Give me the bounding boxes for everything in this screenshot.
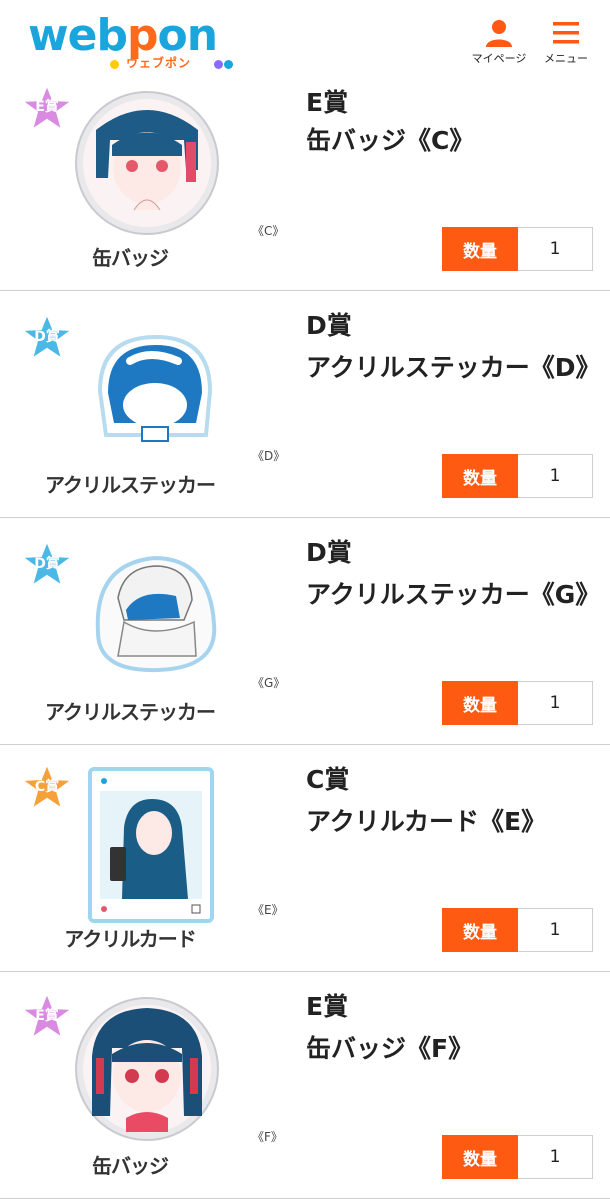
quantity-control: 数量: [442, 454, 593, 498]
quantity-control: 数量: [442, 1135, 593, 1179]
prize-rank: C賞: [306, 765, 350, 794]
hamburger-icon: [553, 22, 579, 44]
product-thumbnail[interactable]: E賞 缶バッジ 《C》: [20, 82, 284, 290]
prize-rank: D賞: [306, 311, 352, 340]
variant-mark: 《D》: [252, 449, 286, 463]
quantity-input[interactable]: [518, 227, 593, 271]
item-title: 缶バッジ《F》: [306, 1034, 474, 1063]
prize-badge-label: C賞: [34, 779, 60, 795]
product-thumbnail[interactable]: D賞 アクリルステッカー 《G》: [20, 518, 285, 744]
quantity-button[interactable]: 数量: [442, 227, 518, 271]
quantity-control: 数量: [442, 227, 593, 271]
prize-item: E賞 缶バッジ 《F》 E賞 缶バッジ《F》 数量: [0, 972, 610, 1199]
acrylic-sticker-image: [95, 555, 217, 673]
variant-mark: 《E》: [252, 903, 284, 917]
product-thumbnail[interactable]: D賞 アクリルステッカー 《D》: [20, 291, 285, 517]
logo-dot: [224, 60, 233, 69]
prize-rank: D賞: [306, 538, 352, 567]
prize-badge-label: D賞: [34, 329, 60, 345]
quantity-input[interactable]: [518, 454, 593, 498]
logo-subtitle: ウェブポン: [126, 56, 192, 70]
prize-badge-label: E賞: [35, 99, 59, 115]
menu-button[interactable]: メニュー: [536, 18, 596, 66]
variant-mark: 《C》: [252, 224, 285, 238]
quantity-control: 数量: [442, 681, 593, 725]
mypage-label: マイページ: [471, 52, 527, 65]
user-icon: [486, 20, 512, 47]
product-label: アクリルカード: [64, 927, 196, 951]
acrylic-card-image: [88, 767, 214, 923]
quantity-button[interactable]: 数量: [442, 454, 518, 498]
product-label: 缶バッジ: [92, 246, 169, 270]
prize-rank: E賞: [306, 992, 349, 1021]
product-label: アクリルステッカー: [45, 473, 216, 497]
product-thumbnail[interactable]: C賞 アクリルカード 《E》: [20, 745, 284, 971]
prize-badge-label: D賞: [34, 556, 60, 572]
acrylic-sticker-image: [97, 334, 213, 442]
prize-item: D賞 アクリルステッカー 《D》 D賞 アクリルステッカー《D》 数量: [0, 291, 610, 518]
menu-label: メニュー: [544, 52, 588, 65]
prize-badge-label: E賞: [35, 1008, 59, 1024]
variant-mark: 《F》: [252, 1130, 283, 1144]
prize-item: C賞 アクリルカード 《E》 C賞 アクリルカード《E》 数量: [0, 745, 610, 972]
quantity-button[interactable]: 数量: [442, 1135, 518, 1179]
item-title: アクリルステッカー《G》: [306, 580, 601, 609]
site-header: webpon ウェブポン マイページ メニュー: [0, 0, 610, 82]
webpon-logo[interactable]: webpon ウェブポン: [28, 8, 233, 76]
product-label: アクリルステッカー: [45, 700, 216, 724]
item-title: 缶バッジ《C》: [306, 126, 475, 155]
logo-dot: [110, 60, 119, 69]
can-badge-image: [75, 997, 219, 1141]
item-title: アクリルカード《E》: [306, 807, 547, 836]
mypage-button[interactable]: マイページ: [464, 18, 534, 66]
product-thumbnail[interactable]: E賞 缶バッジ 《F》: [20, 972, 283, 1198]
quantity-input[interactable]: [518, 1135, 593, 1179]
logo-dot: [214, 60, 223, 69]
quantity-button[interactable]: 数量: [442, 681, 518, 725]
prize-item: D賞 アクリルステッカー 《G》 D賞 アクリルステッカー《G》 数量: [0, 518, 610, 745]
quantity-input[interactable]: [518, 681, 593, 725]
prize-rank: E賞: [306, 88, 349, 117]
prize-item: E賞 缶バッジ 《C》 E賞 缶バッジ《C》 数量: [0, 82, 610, 291]
quantity-input[interactable]: [518, 908, 593, 952]
product-label: 缶バッジ: [92, 1154, 169, 1178]
quantity-button[interactable]: 数量: [442, 908, 518, 952]
item-title: アクリルステッカー《D》: [306, 353, 601, 382]
quantity-control: 数量: [442, 908, 593, 952]
variant-mark: 《G》: [252, 676, 286, 690]
can-badge-image: [75, 91, 219, 235]
